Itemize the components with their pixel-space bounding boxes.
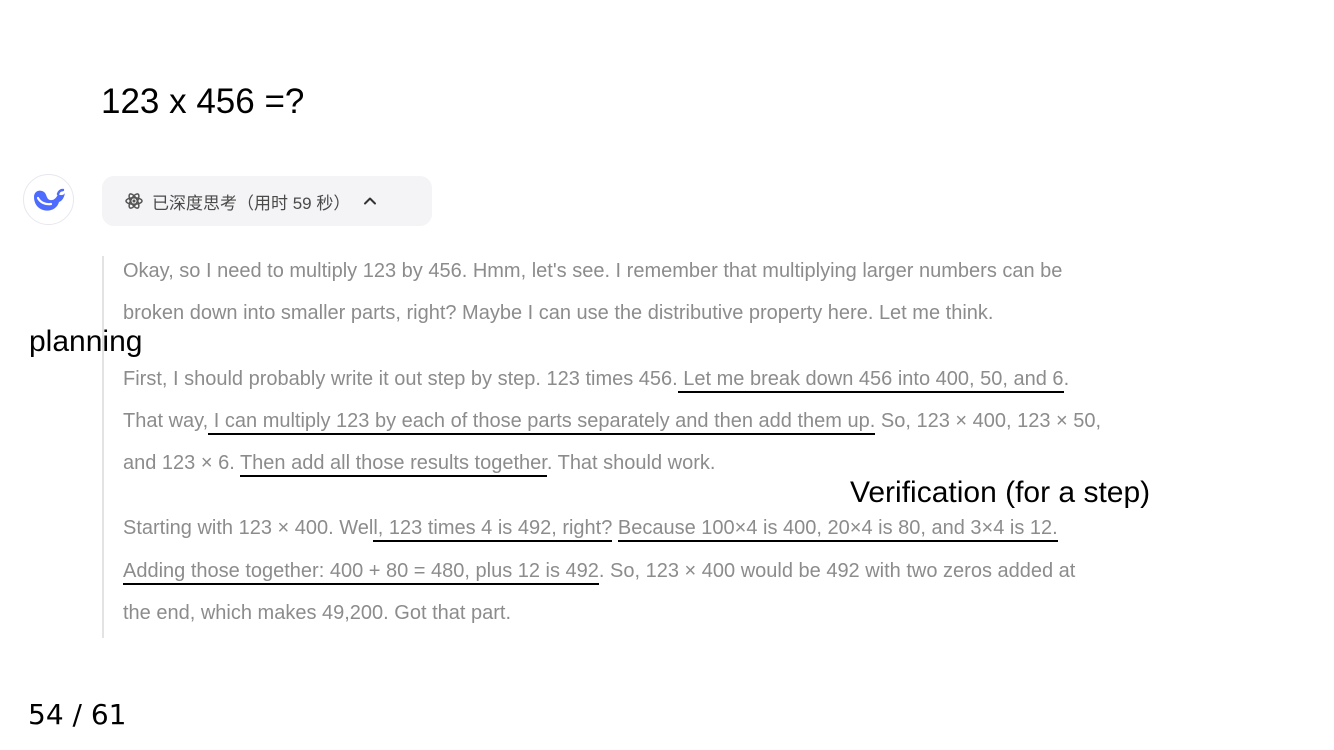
annotation-verification: Verification (for a step) — [850, 476, 1151, 509]
thought-line: Starting with 123 × 400. Well, 123 times… — [123, 515, 1058, 542]
underlined-planning-text: Let me break down 456 into 400, 50, and … — [677, 368, 1064, 393]
underlined-verification-text: Adding those together: 400 + 80 = 480, p… — [123, 560, 599, 585]
deep-thinking-toggle[interactable]: 已深度思考（用时 59 秒） — [102, 176, 432, 226]
thought-line: the end, which makes 49,200. Got that pa… — [123, 602, 512, 624]
atom-icon — [124, 191, 144, 211]
underlined-planning-text: Then add all those results together — [239, 452, 547, 477]
thought-line: First, I should probably write it out st… — [123, 366, 1070, 393]
thought-text: . So, 123 × 400 would be 492 with two ze… — [598, 560, 1076, 582]
thought-line: Okay, so I need to multiply 123 by 456. … — [123, 260, 1063, 282]
thought-text: . That should work. — [546, 452, 716, 474]
thought-text: . — [1063, 368, 1070, 390]
thought-text: That way, — [123, 410, 209, 432]
thought-line: That way, I can multiply 123 by each of … — [123, 408, 1102, 435]
underlined-verification-text: l, 123 times 4 is 492, right? — [373, 517, 613, 542]
slide-counter: 54 / 61 — [28, 698, 127, 731]
thought-line: and 123 × 6. Then add all those results … — [123, 450, 716, 477]
deep-thinking-label: 已深度思考（用时 59 秒） — [152, 193, 351, 213]
underlined-verification-text: Because 100×4 is 400, 20×4 is 80, and 3×… — [617, 517, 1058, 542]
thought-text: and 123 × 6. — [123, 452, 240, 474]
user-question: 123 x 456 =? — [101, 82, 305, 121]
whale-logo-icon — [33, 188, 65, 211]
thought-line: Adding those together: 400 + 80 = 480, p… — [123, 558, 1076, 585]
thought-line: broken down into smaller parts, right? M… — [123, 302, 994, 324]
thought-text: First, I should probably write it out st… — [123, 368, 678, 390]
thought-text: Starting with 123 × 400. Wel — [123, 517, 374, 539]
chevron-up-icon — [362, 193, 378, 209]
thought-text: So, 123 × 400, 123 × 50, — [875, 410, 1102, 432]
underlined-planning-text: I can multiply 123 by each of those part… — [208, 410, 876, 435]
assistant-avatar — [23, 174, 74, 225]
annotation-planning: planning — [29, 325, 143, 358]
